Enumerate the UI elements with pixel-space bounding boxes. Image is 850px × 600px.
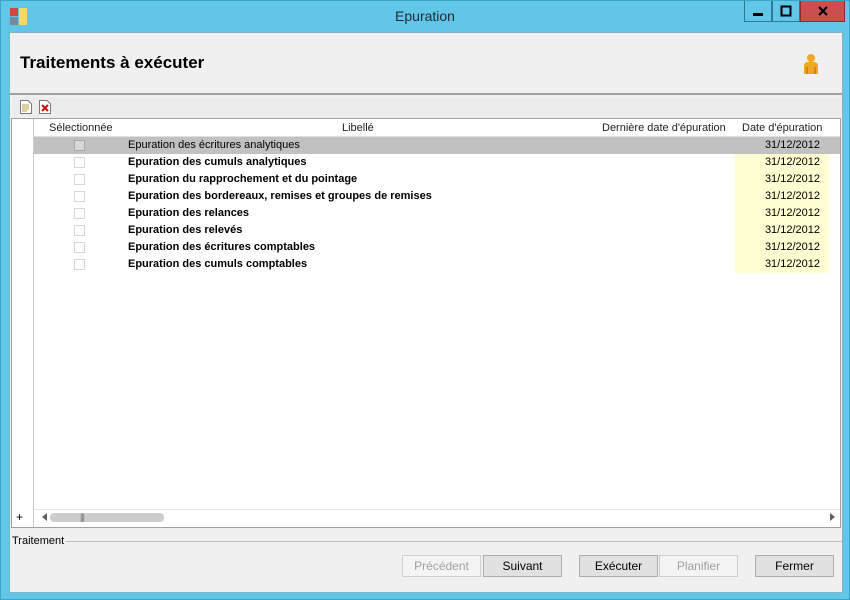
row-date: 31/12/2012 xyxy=(764,139,820,151)
close-button[interactable]: Fermer xyxy=(755,555,834,577)
row-label: Epuration des cumuls analytiques xyxy=(128,156,307,168)
row-date-cell[interactable]: 31/12/2012 xyxy=(735,137,829,154)
scroll-right-icon[interactable] xyxy=(830,513,835,521)
scrollbar-grip-icon: ||| xyxy=(80,512,85,522)
table-row[interactable]: Epuration des cumuls comptables 31/12/20… xyxy=(34,256,840,273)
header-separator xyxy=(10,93,842,95)
dialog-body: Traitements à exécuter Sélectionnée Libe… xyxy=(9,32,843,593)
delete-document-icon[interactable] xyxy=(37,99,53,115)
scroll-left-icon[interactable] xyxy=(42,513,47,521)
row-checkbox[interactable] xyxy=(74,157,85,168)
minimize-icon xyxy=(753,13,763,16)
window-title: Epuration xyxy=(395,8,455,24)
row-checkbox[interactable] xyxy=(74,259,85,270)
row-date-cell[interactable]: 31/12/2012 xyxy=(735,239,829,256)
previous-button[interactable]: Précédent xyxy=(402,555,481,577)
row-date-cell[interactable]: 31/12/2012 xyxy=(735,222,829,239)
grid-header: Sélectionnée Libellé Dernière date d'épu… xyxy=(12,119,840,137)
grid-rows: Epuration des écritures analytiques 31/1… xyxy=(34,137,840,273)
dialog-header: Traitements à exécuter xyxy=(10,33,842,93)
row-date-cell[interactable]: 31/12/2012 xyxy=(735,188,829,205)
maximize-button[interactable] xyxy=(772,1,800,22)
next-button[interactable]: Suivant xyxy=(483,555,562,577)
close-icon xyxy=(817,6,828,16)
execute-button[interactable]: Exécuter xyxy=(579,555,658,577)
grid-toolbar xyxy=(13,97,842,117)
window: Epuration Traitements à exécuter Sélecti… xyxy=(0,0,850,600)
row-label: Epuration des relevés xyxy=(128,224,243,236)
row-date: 31/12/2012 xyxy=(764,207,820,219)
row-date: 31/12/2012 xyxy=(764,258,820,270)
table-row[interactable]: Epuration des bordereaux, remises et gro… xyxy=(34,188,840,205)
row-checkbox[interactable] xyxy=(74,225,85,236)
row-checkbox[interactable] xyxy=(74,174,85,185)
row-label: Epuration des écritures analytiques xyxy=(128,139,300,151)
row-checkbox[interactable] xyxy=(74,140,85,151)
column-header-label[interactable]: Libellé xyxy=(342,122,374,134)
row-indicator-column xyxy=(12,119,34,527)
row-date-cell[interactable]: 31/12/2012 xyxy=(735,171,829,188)
row-label: Epuration des relances xyxy=(128,207,250,219)
new-document-icon[interactable] xyxy=(18,99,34,115)
table-row[interactable]: Epuration des relances 31/12/2012 xyxy=(34,205,840,222)
row-label: Epuration des bordereaux, remises et gro… xyxy=(128,190,432,202)
row-label: Epuration du rapprochement et du pointag… xyxy=(128,173,358,185)
table-row[interactable]: Epuration des écritures comptables 31/12… xyxy=(34,239,840,256)
treatments-grid: Sélectionnée Libellé Dernière date d'épu… xyxy=(11,118,841,528)
table-row[interactable]: Epuration des relevés 31/12/2012 xyxy=(34,222,840,239)
row-date-cell[interactable]: 31/12/2012 xyxy=(735,256,829,273)
user-icon xyxy=(804,54,818,74)
row-checkbox[interactable] xyxy=(74,242,85,253)
table-row[interactable]: Epuration du rapprochement et du pointag… xyxy=(34,171,840,188)
close-window-button[interactable] xyxy=(800,1,845,22)
scrollbar-thumb[interactable] xyxy=(50,513,164,522)
page-title: Traitements à exécuter xyxy=(20,53,205,72)
title-bar[interactable]: Epuration xyxy=(1,1,849,31)
row-label: Epuration des cumuls comptables xyxy=(128,258,308,270)
row-date: 31/12/2012 xyxy=(764,241,820,253)
table-row[interactable]: Epuration des écritures analytiques 31/1… xyxy=(34,137,840,154)
row-date-cell[interactable]: 31/12/2012 xyxy=(735,205,829,222)
minimize-button[interactable] xyxy=(744,1,772,22)
row-date: 31/12/2012 xyxy=(764,190,820,202)
schedule-button[interactable]: Planifier xyxy=(659,555,738,577)
column-header-selected[interactable]: Sélectionnée xyxy=(49,122,113,134)
row-checkbox[interactable] xyxy=(74,191,85,202)
group-label-traitement: Traitement xyxy=(12,535,65,547)
row-date: 31/12/2012 xyxy=(764,224,820,236)
group-separator xyxy=(66,541,842,542)
add-row-icon[interactable]: + xyxy=(16,510,23,524)
row-date: 31/12/2012 xyxy=(764,156,820,168)
table-row[interactable]: Epuration des cumuls analytiques 31/12/2… xyxy=(34,154,840,171)
row-label: Epuration des écritures comptables xyxy=(128,241,316,253)
column-header-date[interactable]: Date d'épuration xyxy=(742,122,822,134)
column-header-last-date[interactable]: Dernière date d'épuration xyxy=(602,122,726,134)
row-checkbox[interactable] xyxy=(74,208,85,219)
maximize-icon xyxy=(780,5,792,17)
row-date-cell[interactable]: 31/12/2012 xyxy=(735,154,829,171)
row-date: 31/12/2012 xyxy=(764,173,820,185)
